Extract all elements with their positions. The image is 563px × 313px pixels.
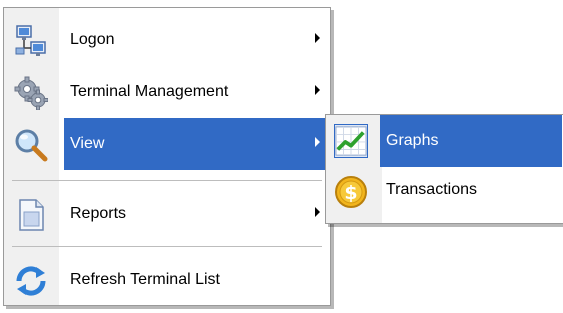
menu-item-label: Logon: [70, 31, 115, 48]
menu-item-terminal-management[interactable]: Terminal Management: [6, 66, 328, 118]
dollar-coin-icon: $: [335, 176, 367, 208]
submenu-arrow-icon: [315, 33, 320, 43]
menu-separator: [12, 246, 322, 247]
svg-text:$: $: [344, 182, 357, 204]
menu-item-refresh-terminal-list[interactable]: Refresh Terminal List: [6, 254, 328, 306]
menu-item-reports[interactable]: Reports: [6, 188, 328, 240]
submenu-item-label: Graphs: [386, 132, 439, 149]
network-computers-icon: [15, 25, 46, 56]
menu-item-label: Reports: [70, 205, 127, 222]
submenu-arrow-icon: [315, 137, 320, 147]
menu-item-label: Terminal Management: [70, 83, 229, 100]
view-submenu: Graphs $ Transactions: [325, 114, 563, 224]
submenu-arrow-icon: [315, 85, 320, 95]
submenu-arrow-icon: [315, 207, 320, 217]
refresh-arrows-icon: [16, 266, 46, 296]
submenu-item-transactions[interactable]: $ Transactions: [328, 169, 562, 221]
chart-icon: [334, 124, 368, 158]
menu-item-label: View: [70, 135, 105, 152]
menu-item-logon[interactable]: Logon: [6, 14, 328, 66]
menu-item-label: Refresh Terminal List: [70, 271, 220, 288]
submenu-item-label: Transactions: [386, 181, 477, 198]
context-menu: Logon Terminal Management View Reports R…: [3, 7, 331, 306]
gears-icon: [14, 76, 48, 110]
submenu-item-graphs[interactable]: Graphs: [328, 115, 562, 167]
document-icon: [19, 199, 44, 231]
magnifier-icon: [15, 129, 48, 162]
menu-item-view[interactable]: View: [6, 118, 328, 170]
menu-separator: [12, 180, 322, 181]
